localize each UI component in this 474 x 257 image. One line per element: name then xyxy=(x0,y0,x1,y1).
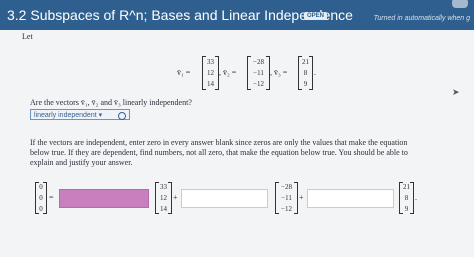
coefficient-3-input[interactable] xyxy=(307,189,394,208)
v2-entry: −11 xyxy=(253,68,264,77)
v1-eq-entry: 14 xyxy=(160,204,167,213)
v1-entry: 33 xyxy=(207,57,214,66)
v3-vector: 21 8 9 xyxy=(298,56,313,90)
v2-entry: −12 xyxy=(253,80,264,89)
coefficient-1-input[interactable] xyxy=(59,189,149,208)
independence-select[interactable]: linearly independent ▾ xyxy=(30,109,130,120)
v1-entry: 12 xyxy=(207,68,214,77)
v1-eq-entry: 12 xyxy=(160,193,167,202)
status-badge: OPEN xyxy=(304,12,328,20)
plus-sign: + xyxy=(173,193,178,202)
v3-vector-eq: 21 8 9 xyxy=(399,182,414,214)
v1-eq-entry: 33 xyxy=(160,183,167,192)
v2-vector: −28 −11 −12 xyxy=(247,56,270,90)
v2-vector-eq: −28 −11 −12 xyxy=(275,182,298,214)
submission-status: Turned in automatically when g xyxy=(373,15,470,22)
zero-vector: 0 0 0 xyxy=(35,182,47,214)
v3-eq-entry: 8 xyxy=(404,193,409,202)
equals-sign: = xyxy=(49,193,54,202)
zero-entry: 0 xyxy=(39,204,43,213)
v1-vector-eq: 33 12 14 xyxy=(155,182,172,214)
instruction-line-1: If the vectors are independent, enter ze… xyxy=(30,138,408,147)
let-label: Let xyxy=(22,32,33,41)
zero-entry: 0 xyxy=(39,183,43,192)
v2-eq-entry: −28 xyxy=(281,183,292,192)
v2-entry: −28 xyxy=(253,57,264,66)
v3-entry: 9 xyxy=(303,80,308,89)
problem-area: Let v̄₁ = 33 12 14 , v̄₂ = −28 −11 −12 ,… xyxy=(0,30,474,257)
v2-eq-entry: −12 xyxy=(281,204,292,213)
v3-label: , v̄₃ = xyxy=(270,68,288,77)
zero-entry: 0 xyxy=(39,193,43,202)
v3-eq-entry: 9 xyxy=(404,204,409,213)
page-title: 3.2 Subspaces of R^n; Bases and Linear I… xyxy=(7,7,353,23)
question-text: Are the vectors v̄₁, v̄₂ and v̄₃ linearl… xyxy=(30,98,192,107)
v2-label: , v̄₂ = xyxy=(219,68,237,77)
coefficient-2-input[interactable] xyxy=(181,189,268,208)
period: . xyxy=(314,68,316,77)
instruction-line-2: below true. If they are dependent, find … xyxy=(30,148,408,157)
v3-entry: 8 xyxy=(303,68,308,77)
v2-eq-entry: −11 xyxy=(281,193,292,202)
mouse-pointer-icon: ➤ xyxy=(452,88,460,98)
v3-entry: 21 xyxy=(302,57,309,66)
menu-icon[interactable] xyxy=(452,0,468,8)
instruction-line-3: explain and justify your answer. xyxy=(30,158,133,167)
final-period: . xyxy=(415,193,417,202)
v1-label: v̄₁ = xyxy=(177,68,191,77)
plus-sign: + xyxy=(299,193,304,202)
chevron-down-icon: ▾ xyxy=(98,112,103,119)
v1-entry: 14 xyxy=(207,80,214,89)
v1-vector: 33 12 14 xyxy=(202,56,219,90)
dropdown-value: linearly independent xyxy=(34,112,97,119)
check-circle-icon xyxy=(118,112,126,120)
v3-eq-entry: 21 xyxy=(403,183,410,192)
top-bar: 3.2 Subspaces of R^n; Bases and Linear I… xyxy=(0,0,474,30)
